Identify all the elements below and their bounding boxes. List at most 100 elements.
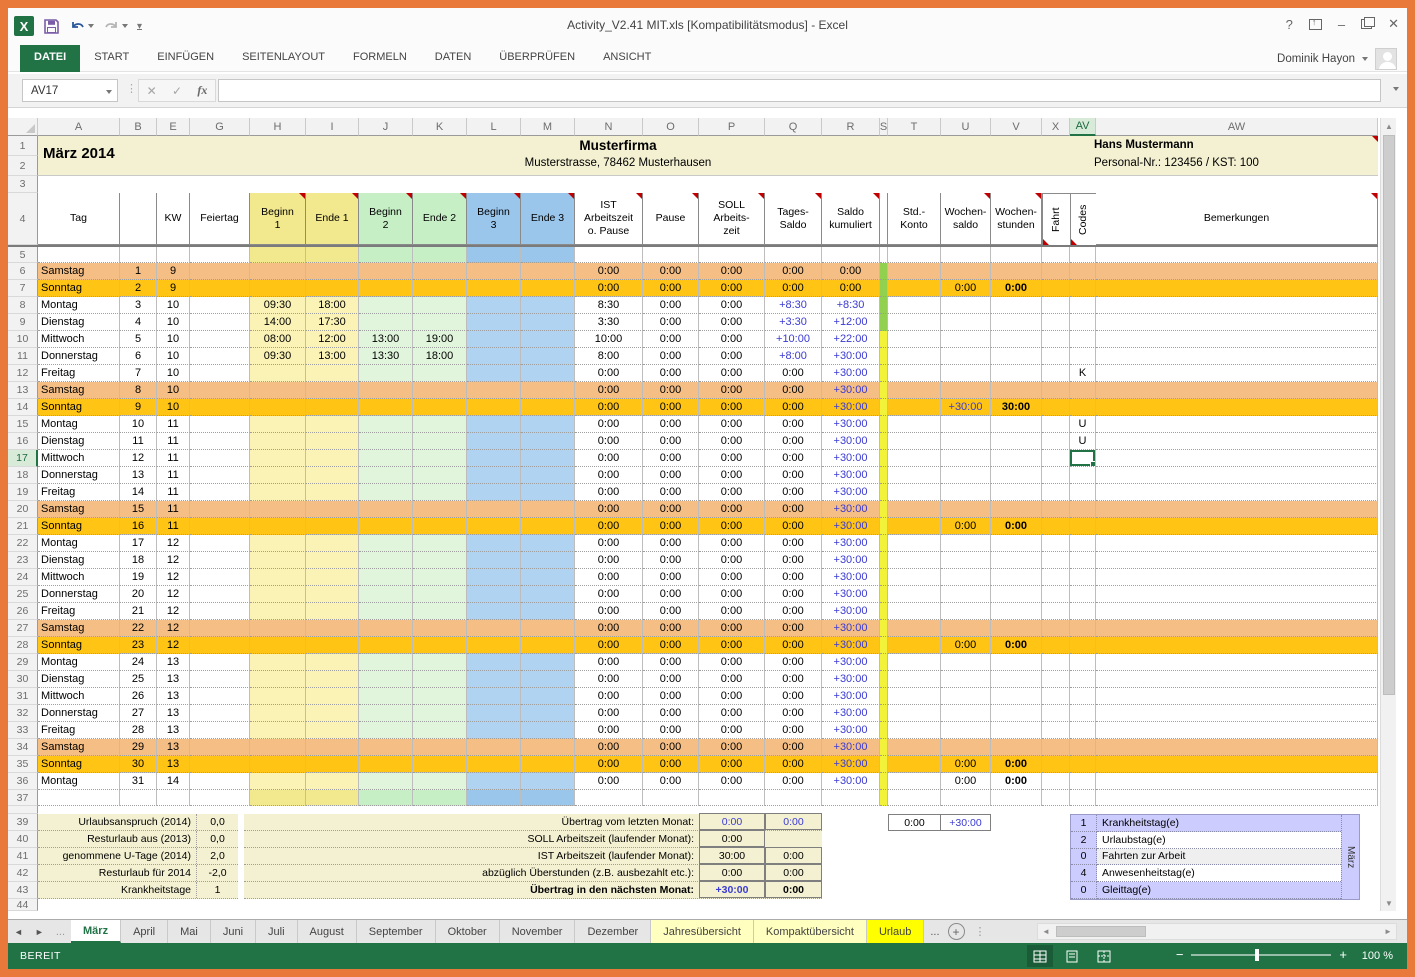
formula-input[interactable] <box>218 79 1381 102</box>
cell-Q[interactable]: 0:00 <box>765 501 822 518</box>
row-header-4[interactable]: 4 <box>8 193 38 245</box>
cell-M[interactable] <box>521 722 575 739</box>
cell-X[interactable] <box>1042 247 1070 263</box>
cell-T[interactable] <box>888 739 941 756</box>
zoom-in-icon[interactable]: + <box>1339 947 1347 962</box>
ribbon-tab-überprüfen[interactable]: ÜBERPRÜFEN <box>485 45 589 72</box>
column-header-V[interactable]: V <box>991 118 1042 136</box>
cell-G[interactable] <box>190 433 250 450</box>
cell-M[interactable] <box>521 365 575 382</box>
zoom-slider-thumb[interactable] <box>1255 949 1259 961</box>
cell-Q[interactable]: 0:00 <box>765 535 822 552</box>
cell-B[interactable]: 21 <box>120 603 157 620</box>
cell-I[interactable] <box>306 433 359 450</box>
cell-Q[interactable]: 0:00 <box>765 773 822 790</box>
cell-day-19[interactable]: Freitag <box>38 484 120 501</box>
cell-day-12[interactable]: Freitag <box>38 365 120 382</box>
cell-L[interactable] <box>467 705 521 722</box>
cell-T[interactable] <box>888 263 941 280</box>
cell-O[interactable]: 0:00 <box>643 654 699 671</box>
cell-day-36[interactable]: Montag <box>38 773 120 790</box>
help-icon[interactable]: ? <box>1286 17 1293 32</box>
cell-day-28[interactable]: Sonntag <box>38 637 120 654</box>
cell-U[interactable]: +30:00 <box>941 399 991 416</box>
cell-B[interactable]: 4 <box>120 314 157 331</box>
row-header-43[interactable]: 43 <box>8 882 38 899</box>
row-header-36[interactable]: 36 <box>8 773 38 790</box>
cell-B[interactable]: 11 <box>120 433 157 450</box>
cell-Q[interactable]: 0:00 <box>765 739 822 756</box>
cell-G[interactable] <box>190 773 250 790</box>
cell-R[interactable]: +30:00 <box>822 535 880 552</box>
cell-U[interactable]: 0:00 <box>941 773 991 790</box>
row-header-24[interactable]: 24 <box>8 569 38 586</box>
cell-I[interactable]: 18:00 <box>306 297 359 314</box>
cell-L[interactable] <box>467 790 521 806</box>
cell-J[interactable] <box>359 603 413 620</box>
cell-V[interactable] <box>991 247 1042 263</box>
cell-S[interactable] <box>880 654 888 671</box>
cell-V[interactable] <box>991 484 1042 501</box>
cell-E[interactable]: 13 <box>157 671 190 688</box>
cell-H[interactable]: 09:30 <box>250 297 306 314</box>
carryover-u[interactable]: +30:00 <box>941 815 990 830</box>
cell-X[interactable] <box>1042 365 1070 382</box>
cell-L[interactable] <box>467 671 521 688</box>
cell-L[interactable] <box>467 297 521 314</box>
header-ende2[interactable]: Ende 2 <box>413 193 467 245</box>
cell-E[interactable]: 12 <box>157 586 190 603</box>
row-header-42[interactable]: 42 <box>8 865 38 882</box>
cell-G[interactable] <box>190 569 250 586</box>
cell-H[interactable] <box>250 467 306 484</box>
summary-value-p[interactable]: 30:00 <box>699 847 765 864</box>
row-header-21[interactable]: 21 <box>8 518 38 535</box>
cell-L[interactable] <box>467 756 521 773</box>
cell-X[interactable] <box>1042 756 1070 773</box>
cell-S[interactable] <box>880 484 888 501</box>
cell-T[interactable] <box>888 518 941 535</box>
cell-I[interactable] <box>306 467 359 484</box>
cell-day-30[interactable]: Dienstag <box>38 671 120 688</box>
account-area[interactable]: Dominik Hayon <box>1277 48 1397 70</box>
cell-B[interactable]: 24 <box>120 654 157 671</box>
cell-U[interactable] <box>941 552 991 569</box>
cell-J[interactable] <box>359 382 413 399</box>
cell-O[interactable]: 0:00 <box>643 603 699 620</box>
cell-AV[interactable] <box>1070 722 1096 739</box>
cell-M[interactable] <box>521 314 575 331</box>
cell-P[interactable]: 0:00 <box>699 722 765 739</box>
cell-P[interactable]: 0:00 <box>699 416 765 433</box>
cell-N[interactable]: 0:00 <box>575 688 643 705</box>
header-codes[interactable]: Codes <box>1070 193 1096 245</box>
cell-N[interactable]: 0:00 <box>575 705 643 722</box>
header-ende1[interactable]: Ende 1 <box>306 193 359 245</box>
cell-L[interactable] <box>467 501 521 518</box>
cell-S[interactable] <box>880 399 888 416</box>
row-header-40[interactable]: 40 <box>8 831 38 848</box>
cell-L[interactable] <box>467 535 521 552</box>
cell-Q[interactable]: 0:00 <box>765 365 822 382</box>
cell-G[interactable] <box>190 756 250 773</box>
cell-AV[interactable] <box>1070 348 1096 365</box>
cell-O[interactable]: 0:00 <box>643 263 699 280</box>
cell-V[interactable] <box>991 297 1042 314</box>
cell-Q[interactable] <box>765 790 822 806</box>
cell-G[interactable] <box>190 314 250 331</box>
cell-T[interactable] <box>888 654 941 671</box>
cell-O[interactable]: 0:00 <box>643 399 699 416</box>
cell-AW[interactable] <box>1096 603 1378 620</box>
cell-Q[interactable]: 0:00 <box>765 484 822 501</box>
ribbon-tab-seitenlayout[interactable]: SEITENLAYOUT <box>228 45 339 72</box>
row-header-16[interactable]: 16 <box>8 433 38 450</box>
cell-X[interactable] <box>1042 501 1070 518</box>
cell-B[interactable]: 29 <box>120 739 157 756</box>
cell-K[interactable] <box>413 637 467 654</box>
column-header-AV[interactable]: AV <box>1070 118 1096 136</box>
cell-I[interactable] <box>306 705 359 722</box>
cell-M[interactable] <box>521 552 575 569</box>
cell-X[interactable] <box>1042 399 1070 416</box>
cell-AW[interactable] <box>1096 399 1378 416</box>
cell-H[interactable] <box>250 247 306 263</box>
cell-P[interactable]: 0:00 <box>699 280 765 297</box>
cell-Q[interactable]: 0:00 <box>765 620 822 637</box>
